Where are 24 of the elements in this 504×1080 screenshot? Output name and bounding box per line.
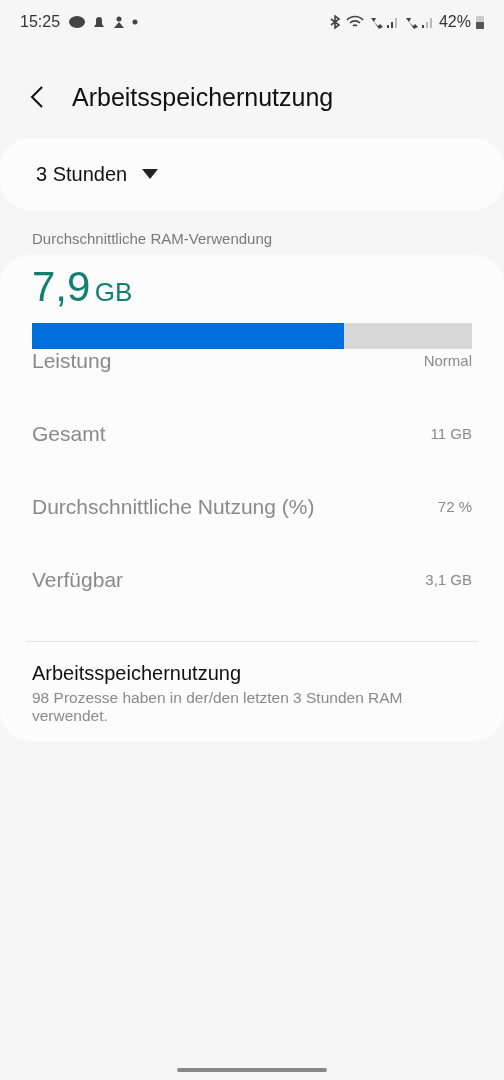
stat-value: Normal (423, 352, 472, 369)
stat-label: Leistung (32, 348, 112, 373)
notification-icon (112, 15, 127, 29)
dropdown-arrow-icon (141, 168, 160, 180)
bluetooth-icon (328, 15, 341, 29)
wifi-icon (345, 15, 364, 29)
stat-label: Verfügbar (32, 567, 124, 592)
usage-value: 7,9 GB (32, 263, 134, 311)
stat-value: 72 % (437, 498, 472, 515)
battery-icon (476, 15, 484, 29)
processes-description: 98 Prozesse haben in der/den letzten 3 Stunden RAM verwendet. (32, 689, 404, 725)
stat-label: Gesamt (32, 421, 106, 446)
signal-icon (403, 15, 434, 29)
status-time: 15:25 (20, 13, 61, 31)
page-title: Arbeitsspeichernutzung (72, 82, 334, 112)
stat-value: 11 GB (430, 425, 472, 442)
period-dropdown[interactable]: 3 Stunden (0, 138, 504, 210)
signal-icon (368, 15, 399, 29)
battery-percent: 42% (438, 13, 471, 31)
notification-icon (68, 15, 87, 29)
processes-title[interactable]: Arbeitsspeichernutzung (32, 662, 472, 685)
section-label: Durchschnittliche RAM-Verwendung (31, 229, 274, 249)
stat-value: 3,1 GB (425, 571, 472, 588)
stat-label: Durchschnittliche Nutzung (%) (32, 494, 315, 519)
